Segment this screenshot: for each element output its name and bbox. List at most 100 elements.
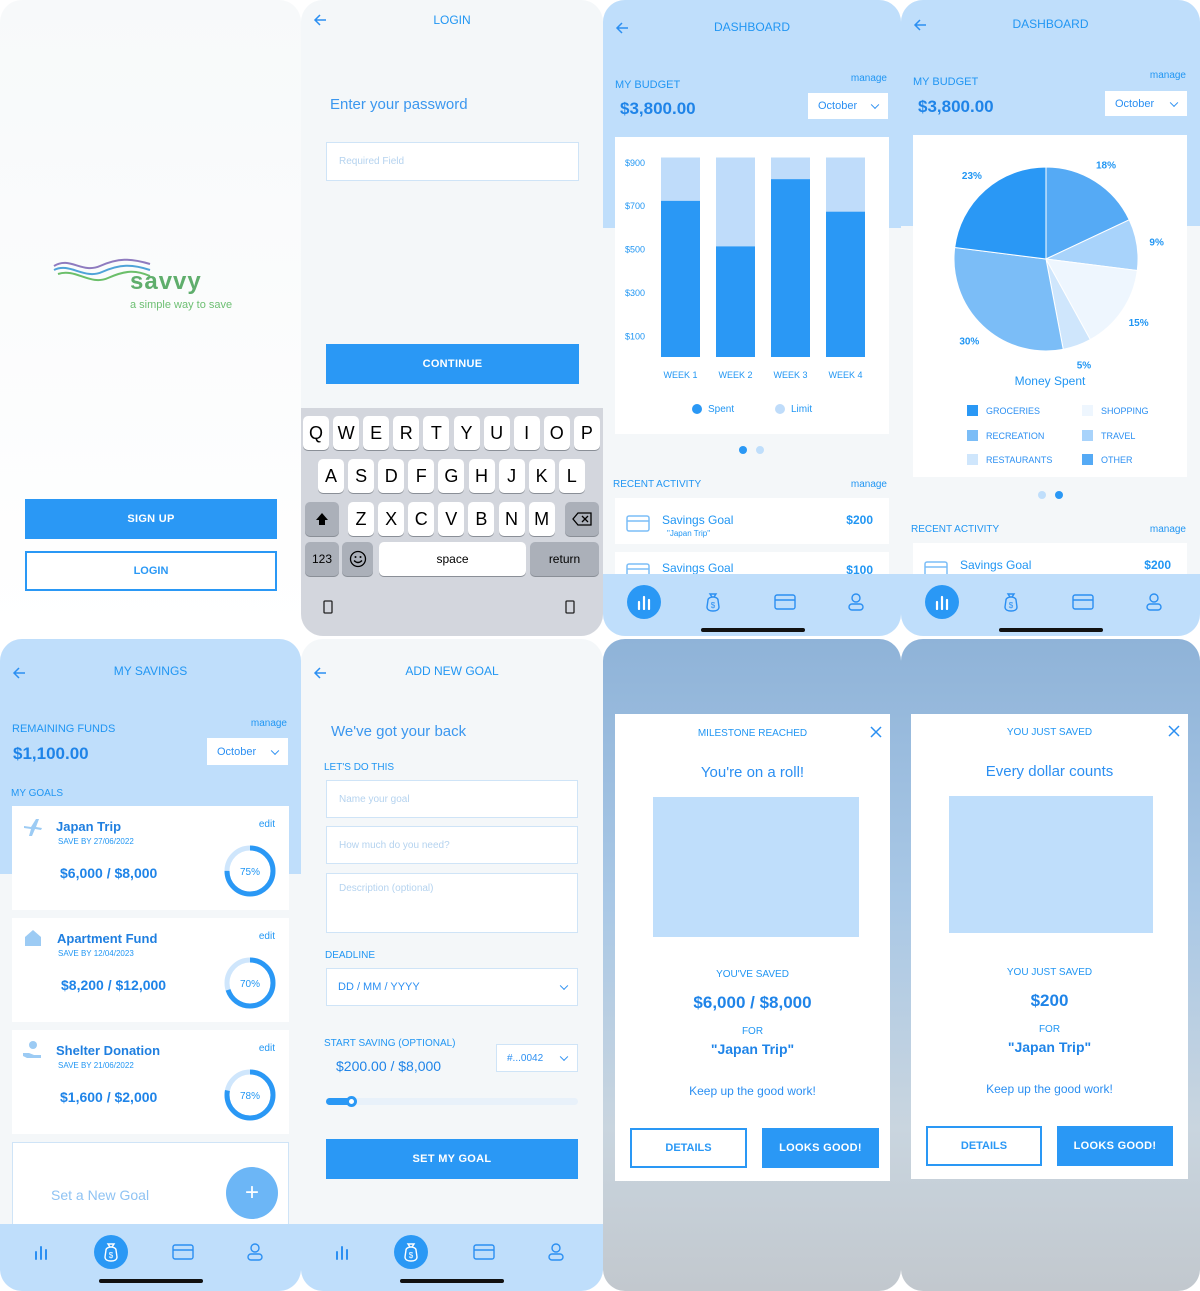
legend-swatch (967, 429, 978, 441)
key-w[interactable]: W (333, 416, 360, 450)
key-t[interactable]: T (423, 416, 450, 450)
nav-dashboard[interactable] (325, 1235, 359, 1269)
details-button[interactable]: DETAILS (630, 1128, 747, 1168)
nav-dashboard[interactable] (24, 1235, 58, 1269)
modal-headline: Every dollar counts (985, 763, 1114, 780)
nav-savings[interactable]: $ (94, 1235, 128, 1269)
goal-card[interactable]: Shelter Donation SAVE BY 21/06/2022 edit… (12, 1030, 289, 1134)
edit-link[interactable]: edit (259, 931, 275, 942)
key-o[interactable]: O (543, 416, 570, 450)
pie-chart: 18% 9% 15% 5% 30% 23% (953, 160, 1164, 371)
emoji-key[interactable] (342, 542, 373, 576)
encouragement-message: Keep up the good work! (689, 1084, 816, 1098)
edit-link[interactable]: edit (259, 819, 275, 830)
page-dot[interactable] (756, 446, 764, 454)
key-k[interactable]: K (528, 459, 555, 493)
return-key[interactable]: return (530, 542, 599, 576)
space-key[interactable]: space (379, 542, 526, 576)
nav-profile[interactable] (1137, 585, 1171, 619)
key-y[interactable]: Y (453, 416, 480, 450)
signup-button[interactable]: SIGN UP (25, 499, 277, 539)
nav-dashboard[interactable] (925, 585, 959, 619)
login-button[interactable]: LOGIN (25, 551, 277, 591)
continue-button[interactable]: CONTINUE (326, 344, 579, 384)
bottom-nav: $ (301, 1224, 603, 1291)
goal-card[interactable]: Apartment Fund SAVE BY 12/04/2023 edit $… (12, 918, 289, 1022)
card-icon (626, 515, 650, 532)
key-i[interactable]: I (513, 416, 540, 450)
key-p[interactable]: P (573, 416, 600, 450)
dictation-icon[interactable] (565, 600, 575, 614)
account-select[interactable]: #...0042 (496, 1044, 578, 1072)
nav-savings[interactable]: $ (696, 585, 730, 619)
nav-profile[interactable] (839, 585, 873, 619)
key-x[interactable]: X (378, 502, 405, 536)
recent-manage-link[interactable]: manage (1150, 524, 1186, 535)
key-j[interactable]: J (498, 459, 525, 493)
key-s[interactable]: S (348, 459, 375, 493)
slider-thumb[interactable] (346, 1096, 358, 1107)
goal-card[interactable]: Japan Trip SAVE BY 27/06/2022 edit $6,00… (12, 806, 289, 910)
activity-item[interactable]: Savings Goal "Japan Trip" $200 (615, 498, 889, 544)
manage-link[interactable]: manage (251, 718, 287, 729)
add-goal-button[interactable]: + (226, 1167, 278, 1219)
globe-icon[interactable] (323, 600, 333, 614)
looks-good-button[interactable]: LOOKS GOOD! (1057, 1126, 1173, 1166)
goal-name-input[interactable]: Name your goal (326, 780, 578, 818)
key-v[interactable]: V (438, 502, 465, 536)
key-n[interactable]: N (498, 502, 525, 536)
key-e[interactable]: E (363, 416, 390, 450)
key-u[interactable]: U (483, 416, 510, 450)
edit-link[interactable]: edit (259, 1043, 275, 1054)
close-icon[interactable] (1168, 725, 1180, 737)
password-input[interactable]: Required Field (326, 142, 579, 181)
remaining-amount: $1,100.00 (13, 744, 89, 763)
nav-cards[interactable] (1066, 585, 1100, 619)
manage-link[interactable]: manage (851, 73, 887, 84)
looks-good-button[interactable]: LOOKS GOOD! (762, 1128, 879, 1168)
key-m[interactable]: M (528, 502, 555, 536)
deadline-select[interactable]: DD / MM / YYYY (326, 968, 578, 1006)
key-h[interactable]: H (468, 459, 495, 493)
nav-profile[interactable] (238, 1235, 272, 1269)
key-q[interactable]: Q (303, 416, 329, 450)
just-saved-modal: YOU JUST SAVED Every dollar counts YOU J… (911, 714, 1188, 1179)
month-select[interactable]: October (1105, 91, 1187, 116)
shift-key[interactable] (305, 502, 339, 536)
goal-amount-input[interactable]: How much do you need? (326, 826, 578, 864)
nav-savings[interactable]: $ (394, 1235, 428, 1269)
page-dot[interactable] (739, 446, 747, 454)
key-z[interactable]: Z (348, 502, 374, 536)
nav-savings[interactable]: $ (994, 585, 1028, 619)
recent-manage-link[interactable]: manage (851, 479, 887, 490)
page-dot[interactable] (1055, 491, 1063, 499)
nav-profile[interactable] (539, 1235, 573, 1269)
key-c[interactable]: C (408, 502, 435, 536)
saving-slider[interactable] (326, 1096, 578, 1107)
month-select[interactable]: October (808, 93, 888, 119)
nav-cards[interactable] (768, 585, 802, 619)
manage-link[interactable]: manage (1150, 70, 1186, 81)
recent-activity-label: RECENT ACTIVITY (613, 479, 702, 490)
key-d[interactable]: D (378, 459, 405, 493)
set-goal-button[interactable]: SET MY GOAL (326, 1139, 578, 1179)
budget-amount: $3,800.00 (918, 97, 994, 116)
goal-description-input[interactable]: Description (optional) (326, 873, 578, 933)
nav-dashboard[interactable] (627, 585, 661, 619)
details-button[interactable]: DETAILS (926, 1126, 1042, 1166)
key-a[interactable]: A (318, 459, 344, 493)
page-dot[interactable] (1038, 491, 1046, 499)
numbers-key[interactable]: 123 (305, 542, 339, 576)
close-icon[interactable] (870, 726, 882, 738)
goal-progress: $8,200 / $12,000 (61, 977, 167, 993)
key-l[interactable]: L (558, 459, 585, 493)
month-select[interactable]: October (207, 738, 288, 765)
nav-cards[interactable] (166, 1235, 200, 1269)
key-g[interactable]: G (438, 459, 465, 493)
nav-cards[interactable] (467, 1235, 501, 1269)
key-r[interactable]: R (393, 416, 420, 450)
new-goal-card[interactable]: Set a New Goal + (12, 1142, 289, 1232)
key-f[interactable]: F (408, 459, 435, 493)
key-b[interactable]: B (468, 502, 495, 536)
backspace-key[interactable] (565, 502, 599, 536)
